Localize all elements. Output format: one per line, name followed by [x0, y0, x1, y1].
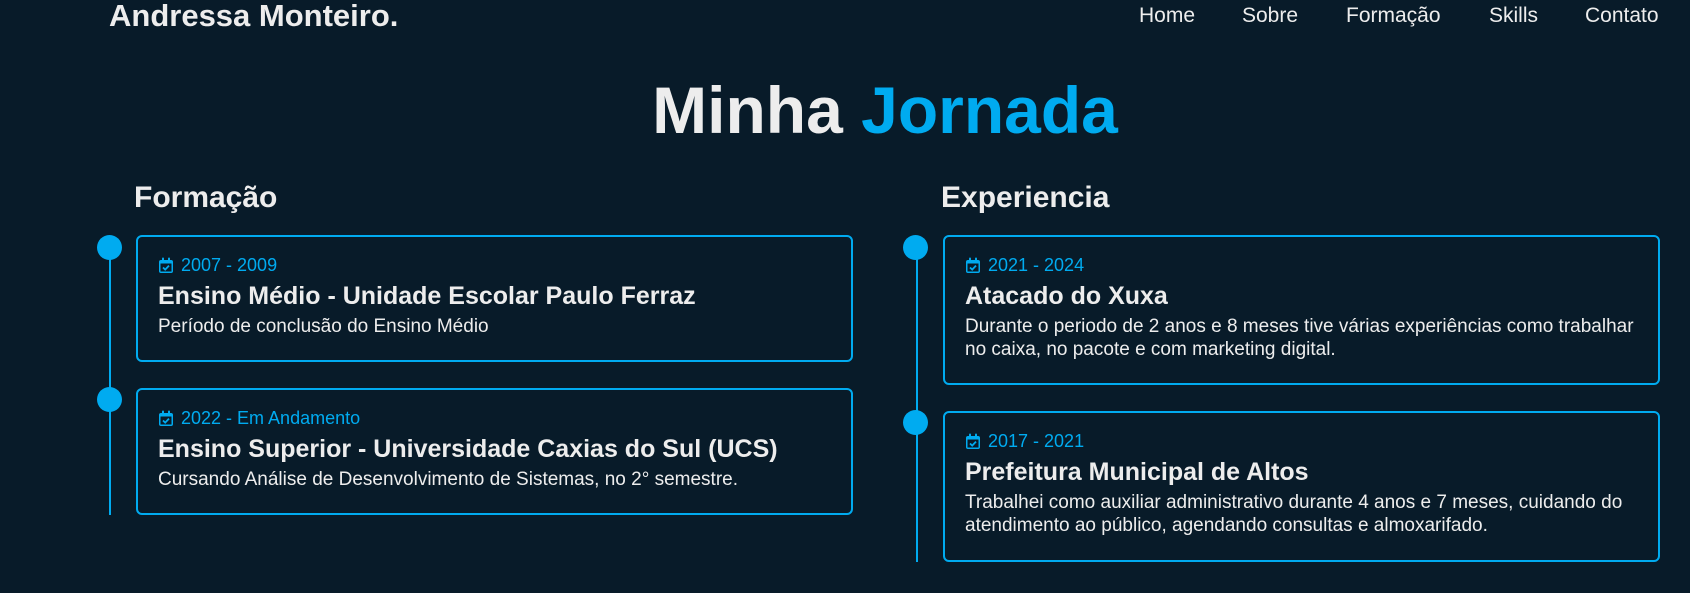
main-nav: Home Sobre Formação Skills Contato — [0, 4, 1690, 32]
card-title: Ensino Médio - Unidade Escolar Paulo Fer… — [158, 282, 696, 310]
experience-card-1: 2021 - 2024 Atacado do Xuxa Durante o pe… — [943, 235, 1660, 385]
nav-contato[interactable]: Contato — [1585, 4, 1659, 28]
header: Andressa Monteiro. Home Sobre Formação S… — [0, 0, 1690, 34]
calendar-check-icon — [159, 410, 173, 426]
card-date: 2007 - 2009 — [158, 254, 831, 276]
card-year: 2007 - 2009 — [181, 254, 278, 275]
education-timeline-line — [109, 245, 111, 515]
card-title: Prefeitura Municipal de Altos — [965, 458, 1309, 486]
card-description: Durante o periodo de 2 anos e 8 meses ti… — [965, 316, 1634, 360]
section-title-part2: Jornada — [861, 73, 1118, 147]
section-title-part1: Minha — [652, 73, 843, 147]
nav-home[interactable]: Home — [1139, 4, 1195, 28]
card-year: 2021 - 2024 — [988, 254, 1085, 275]
calendar-check-icon — [966, 257, 980, 273]
card-description: Cursando Análise de Desenvolvimento de S… — [158, 469, 739, 490]
card-date: 2017 - 2021 — [965, 430, 1638, 452]
education-card-1: 2007 - 2009 Ensino Médio - Unidade Escol… — [136, 235, 853, 362]
calendar-check-icon — [159, 257, 173, 273]
card-description: Período de conclusão do Ensino Médio — [158, 316, 489, 337]
education-card-2: 2022 - Em Andamento Ensino Superior - Un… — [136, 388, 853, 515]
timeline-dot — [903, 410, 928, 435]
card-year: 2022 - Em Andamento — [181, 407, 361, 428]
card-year: 2017 - 2021 — [988, 430, 1085, 451]
experience-card-2: 2017 - 2021 Prefeitura Municipal de Alto… — [943, 411, 1660, 562]
card-date: 2022 - Em Andamento — [158, 407, 831, 429]
timeline-dot — [97, 387, 122, 412]
card-title: Atacado do Xuxa — [965, 282, 1168, 310]
timeline-dot — [97, 235, 122, 260]
card-date: 2021 - 2024 — [965, 254, 1638, 276]
nav-skills[interactable]: Skills — [1489, 4, 1538, 28]
card-description: Trabalhei como auxiliar administrativo d… — [965, 492, 1623, 536]
card-title: Ensino Superior - Universidade Caxias do… — [158, 435, 778, 463]
section-title: Minha Jornada — [0, 72, 1690, 148]
education-heading: Formação — [134, 181, 278, 214]
nav-sobre[interactable]: Sobre — [1242, 4, 1298, 28]
timeline-dot — [903, 235, 928, 260]
experience-heading: Experiencia — [941, 181, 1110, 214]
nav-formacao[interactable]: Formação — [1346, 4, 1441, 28]
experience-timeline-line — [916, 245, 918, 562]
calendar-check-icon — [966, 433, 980, 449]
